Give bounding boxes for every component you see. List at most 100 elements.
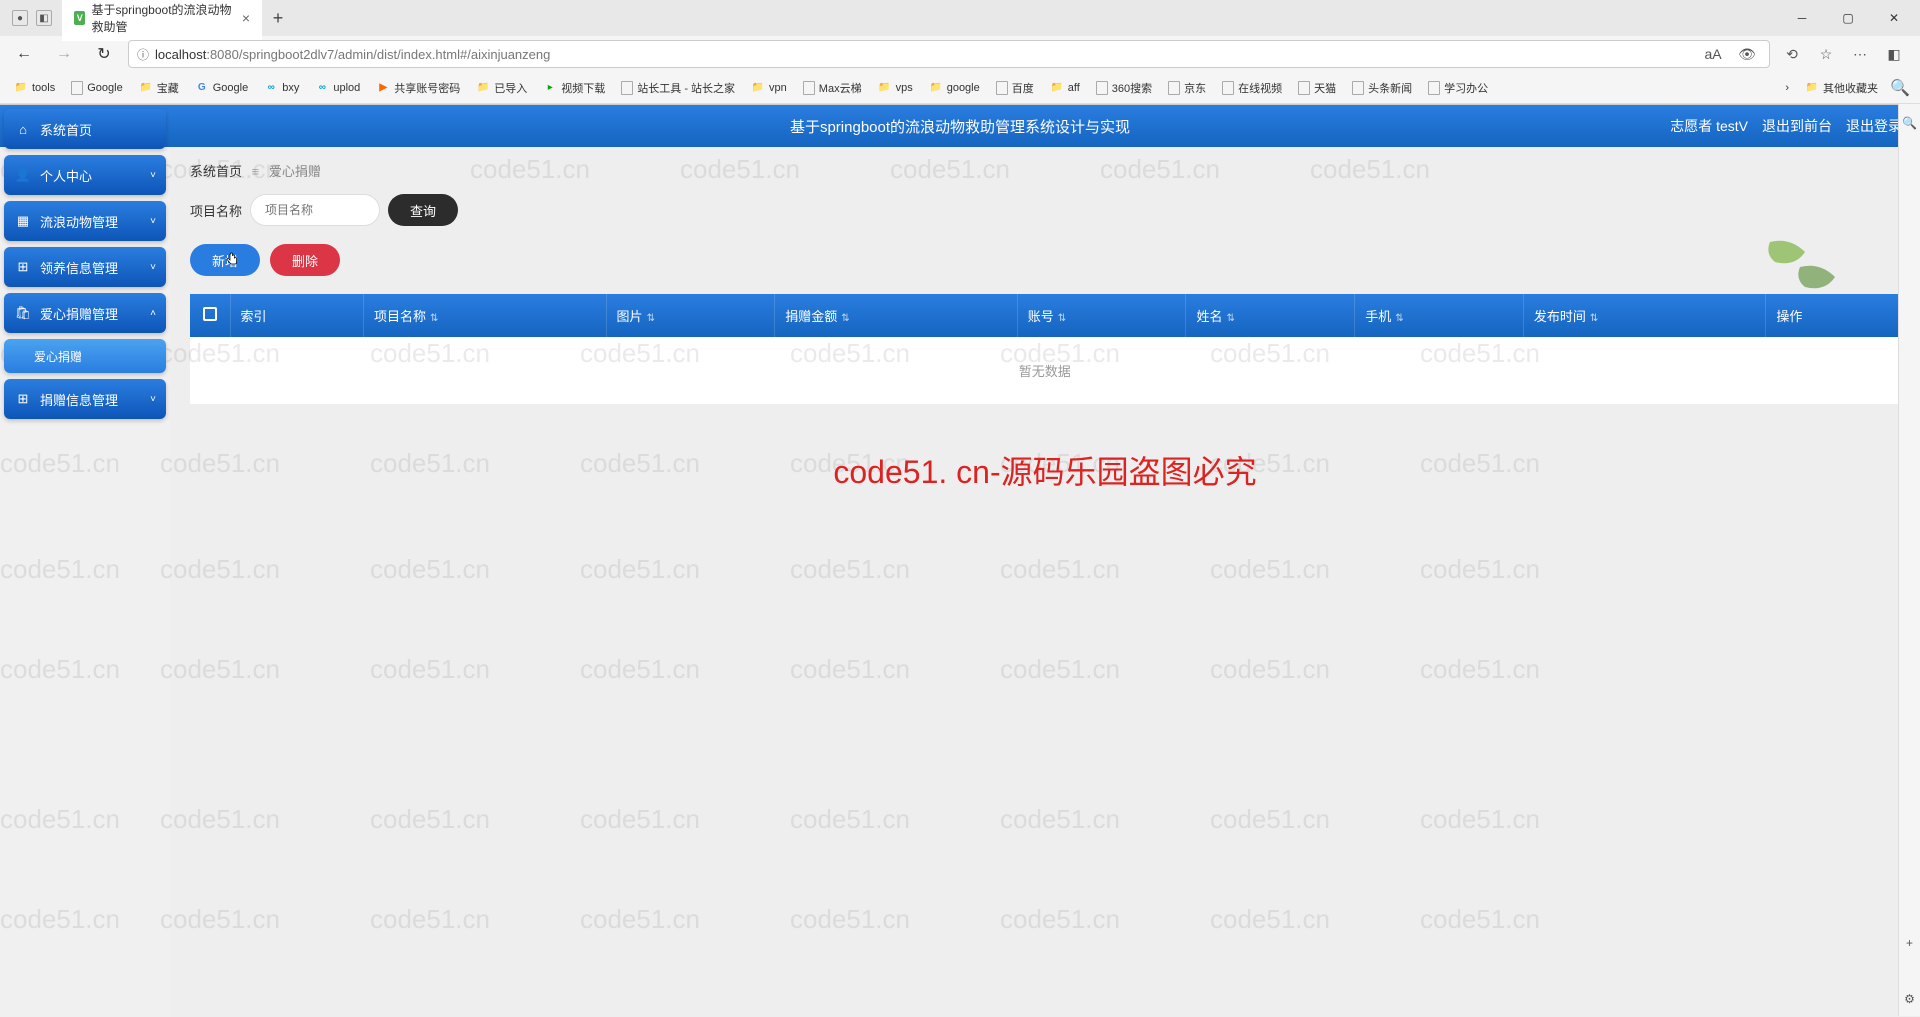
search-label: 项目名称 (190, 201, 242, 220)
bookmark-item[interactable]: ∞uplod (309, 78, 366, 98)
forward-button[interactable]: → (48, 38, 80, 70)
column-header[interactable]: 姓名 (1186, 294, 1355, 337)
bookmark-item[interactable]: 📁vpn (745, 78, 793, 98)
column-header[interactable]: 捐赠金额 (775, 294, 1018, 337)
close-window-button[interactable]: ✕ (1872, 3, 1916, 33)
sidebar-item-label: 捐赠信息管理 (40, 390, 118, 409)
column-header[interactable]: 手机 (1355, 294, 1524, 337)
watermark-text: code51. cn-源码乐园盗图必究 (833, 447, 1256, 493)
sidebar-item[interactable]: 👤 个人中心 ˅ (4, 155, 166, 195)
logout-front-link[interactable]: 退出到前台 (1762, 116, 1832, 136)
eye-icon[interactable]: 👁 (1733, 40, 1761, 68)
select-all-header[interactable] (190, 294, 230, 337)
bookmark-item[interactable]: GGoogle (189, 78, 254, 98)
grid-icon: ⊞ (16, 260, 30, 274)
url-input[interactable]: ⓘ localhost:8080/springboot2dlv7/admin/d… (128, 40, 1770, 68)
split-icon[interactable]: ◧ (1880, 40, 1908, 68)
search-button[interactable]: 查询 (388, 194, 458, 226)
bookmark-search-icon[interactable]: 🔍 (1888, 76, 1912, 100)
logout-link[interactable]: 退出登录 (1846, 116, 1902, 136)
box-icon: ▦ (16, 214, 30, 228)
bookmark-item[interactable]: 📁tools (8, 78, 61, 98)
breadcrumb-home[interactable]: 系统首页 (190, 164, 242, 179)
bookmark-item[interactable]: 头条新闻 (1346, 77, 1418, 99)
column-header[interactable]: 操作 (1766, 294, 1900, 337)
rail-search-icon[interactable]: 🔍 (1902, 116, 1917, 130)
sidebar-item[interactable]: 🛍爱心捐赠管理˄ (4, 293, 166, 333)
sidebar-item-label: 个人中心 (40, 166, 92, 185)
browser-right-rail: 🔍 + ⚙ (1898, 104, 1920, 1016)
bookmark-other[interactable]: 📁其他收藏夹 (1799, 76, 1884, 100)
bookmark-item[interactable]: 京东 (1162, 77, 1212, 99)
column-header[interactable]: 索引 (230, 294, 364, 337)
sidebar-item[interactable]: 爱心捐赠 (4, 339, 166, 373)
bookmark-item[interactable]: Max云梯 (797, 77, 868, 99)
bookmark-item[interactable]: 📁已导入 (470, 77, 533, 99)
bookmark-item[interactable]: 360搜索 (1090, 77, 1158, 99)
search-row: 项目名称 查询 (190, 194, 1900, 226)
bookmark-item[interactable]: 站长工具 - 站长之家 (615, 77, 741, 99)
user-icon: 👤 (16, 168, 30, 182)
sidebar-item[interactable]: ⌂ 系统首页 (4, 109, 166, 149)
add-button[interactable]: 新增 (190, 244, 260, 276)
bookmark-item[interactable]: 天猫 (1292, 77, 1342, 99)
sidebar-item-label: 爱心捐赠管理 (40, 304, 118, 323)
bookmark-item[interactable]: 学习办公 (1422, 77, 1494, 99)
url-text: localhost:8080/springboot2dlv7/admin/dis… (155, 47, 1693, 62)
sidebar-item[interactable]: ⊞领养信息管理˅ (4, 247, 166, 287)
bookmark-item[interactable]: 百度 (990, 77, 1040, 99)
bookmarks-bar: 📁toolsGoogle📁宝藏GGoogle∞bxy∞uplod▶共享账号密码📁… (0, 72, 1920, 104)
column-header[interactable]: 账号 (1017, 294, 1186, 337)
browser-chrome: ● ◧ V 基于springboot的流浪动物救助管 × + ─ ▢ ✕ ← →… (0, 0, 1920, 105)
column-header[interactable]: 图片 (606, 294, 775, 337)
sidebar-item-label: 爱心捐赠 (34, 348, 82, 365)
back-button[interactable]: ← (8, 38, 40, 70)
sidebar-item[interactable]: ▦流浪动物管理˅ (4, 201, 166, 241)
bookmark-item[interactable]: 📁aff (1044, 78, 1086, 98)
new-tab-button[interactable]: + (264, 4, 292, 32)
bookmark-item[interactable]: Google (65, 78, 128, 98)
bookmark-item[interactable]: 在线视频 (1216, 77, 1288, 99)
rail-settings-icon[interactable]: ⚙ (1904, 992, 1915, 1006)
sidebar: ⌂ 系统首页 👤 个人中心 ˅ ▦流浪动物管理˅ ⊞ 领养信息管理 ˅ 🛍爱心捐赠管理˄ 爱心捐赠 ⊞… (0, 105, 170, 1017)
table-body: 暂无数据 (190, 337, 1900, 404)
workspace-icon[interactable]: ◧ (36, 10, 52, 26)
header-right: 志愿者 testV 退出到前台 退出登录 (1670, 116, 1920, 136)
rail-plus-icon[interactable]: + (1906, 936, 1913, 950)
app-root: 基于springboot的流浪动物救助管理系统设计与实现 志愿者 testV 退… (0, 105, 1920, 1017)
profile-icon[interactable]: ● (12, 10, 28, 26)
bookmark-item[interactable]: 📁vps (872, 78, 919, 98)
more-icon[interactable]: ⋯ (1846, 40, 1874, 68)
browser-tab-active[interactable]: V 基于springboot的流浪动物救助管 × (62, 0, 262, 41)
text-size-icon[interactable]: aA (1699, 40, 1727, 68)
bookmark-item[interactable]: ▸视频下载 (537, 77, 611, 99)
sidebar-item-label: 领养信息管理 (40, 258, 118, 277)
home-icon: ⌂ (16, 122, 30, 136)
tab-icons-left: ● ◧ (4, 10, 60, 26)
minimize-button[interactable]: ─ (1780, 3, 1824, 33)
bookmark-item[interactable]: 📁google (923, 78, 986, 98)
column-header[interactable]: 发布时间 (1523, 294, 1766, 337)
sidebar-item-label: 系统首页 (40, 120, 92, 139)
bookmark-overflow-icon[interactable]: › (1779, 76, 1795, 100)
column-header[interactable]: 项目名称 (364, 294, 607, 337)
search-input[interactable] (250, 194, 380, 226)
app-header: 基于springboot的流浪动物救助管理系统设计与实现 志愿者 testV 退… (0, 105, 1920, 147)
sidebar-item[interactable]: ⊞捐赠信息管理˅ (4, 379, 166, 419)
app-title: 基于springboot的流浪动物救助管理系统设计与实现 (790, 116, 1130, 137)
favorite-icon[interactable]: ☆ (1812, 40, 1840, 68)
checkbox-icon[interactable] (203, 307, 217, 321)
bookmark-item[interactable]: 📁宝藏 (133, 77, 185, 99)
sync-icon[interactable]: ⟲ (1778, 40, 1806, 68)
tab-bar: ● ◧ V 基于springboot的流浪动物救助管 × + ─ ▢ ✕ (0, 0, 1920, 36)
chevron-down-icon: ˅ (150, 170, 156, 181)
reload-button[interactable]: ↻ (88, 38, 120, 70)
close-icon[interactable]: × (242, 10, 250, 26)
bookmark-item[interactable]: ∞bxy (258, 78, 305, 98)
tab-title: 基于springboot的流浪动物救助管 (91, 1, 235, 35)
bookmark-item[interactable]: ▶共享账号密码 (370, 77, 466, 99)
info-icon[interactable]: ⓘ (137, 46, 149, 63)
maximize-button[interactable]: ▢ (1826, 3, 1870, 33)
delete-button[interactable]: 删除 (270, 244, 340, 276)
breadcrumb-sep: ≡ (252, 164, 260, 179)
